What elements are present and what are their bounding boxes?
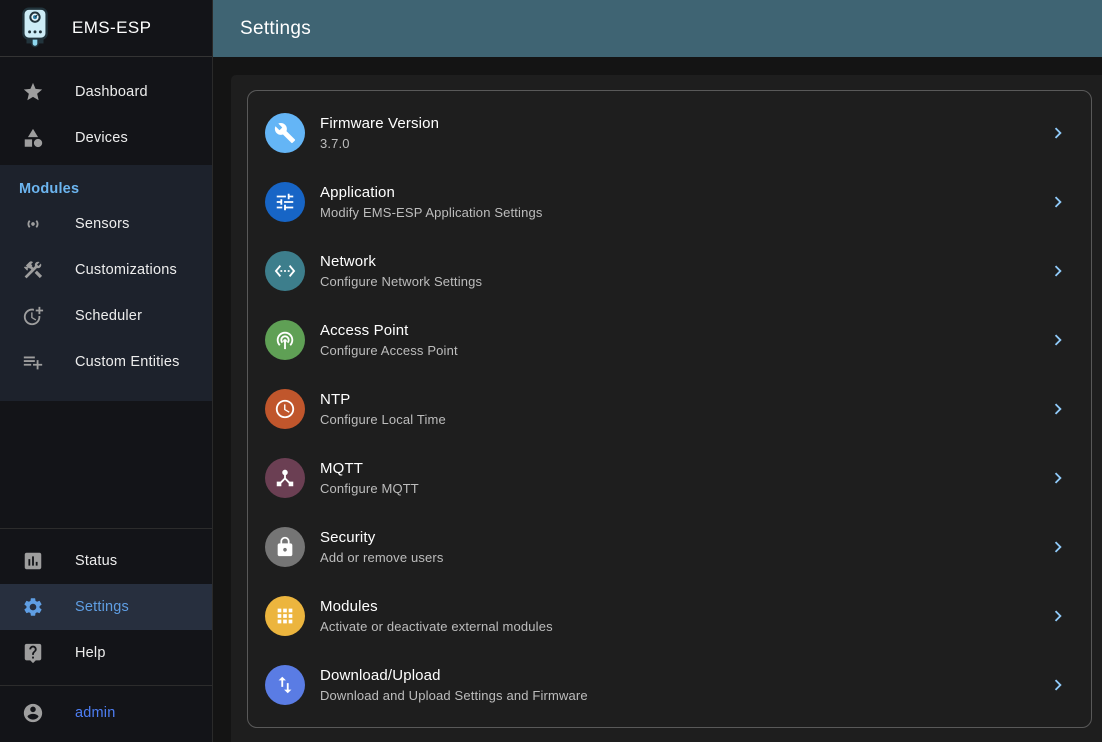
appbar: Settings <box>213 0 1102 57</box>
chevron-right-icon <box>1047 260 1069 282</box>
sidebar-item-dashboard[interactable]: Dashboard <box>0 69 212 115</box>
clock-icon <box>265 389 305 429</box>
sidebar-item-label: Settings <box>75 599 129 615</box>
sidebar-nav-bottom: Status Settings Help <box>0 528 212 676</box>
settings-item-firmware-version[interactable]: Firmware Version 3.7.0 <box>248 99 1091 168</box>
sidebar-item-devices[interactable]: Devices <box>0 115 212 161</box>
settings-item-title: Modules <box>320 598 553 615</box>
main-area: Settings Firmware Version 3.7.0 <box>213 0 1102 742</box>
chevron-right-icon <box>1047 467 1069 489</box>
analytics-icon <box>21 550 45 572</box>
sidebar-item-status[interactable]: Status <box>0 538 212 584</box>
more-time-icon <box>21 305 45 327</box>
chevron-right-icon <box>1047 536 1069 558</box>
sidebar-account-section: admin <box>0 685 212 742</box>
settings-item-title: Security <box>320 529 444 546</box>
settings-item-application[interactable]: Application Modify EMS-ESP Application S… <box>248 168 1091 237</box>
account-circle-icon <box>21 702 45 724</box>
device-hub-icon <box>265 458 305 498</box>
boiler-logo-icon <box>18 6 52 50</box>
import-export-icon <box>265 665 305 705</box>
settings-item-access-point[interactable]: Access Point Configure Access Point <box>248 306 1091 375</box>
account-username: admin <box>75 705 116 721</box>
chevron-right-icon <box>1047 122 1069 144</box>
lock-icon <box>265 527 305 567</box>
sidebar-item-label: Customizations <box>75 262 177 278</box>
settings-item-security[interactable]: Security Add or remove users <box>248 512 1091 581</box>
sidebar-item-label: Custom Entities <box>75 354 180 370</box>
category-icon <box>21 127 45 149</box>
settings-list: Firmware Version 3.7.0 Application Modif… <box>247 90 1092 728</box>
tune-icon <box>265 182 305 222</box>
sidebar-item-help[interactable]: Help <box>0 630 212 676</box>
sidebar-modules-section: Modules Sensors Customizations Scheduler… <box>0 165 212 401</box>
settings-item-subtitle: Activate or deactivate external modules <box>320 619 553 634</box>
sidebar-item-label: Devices <box>75 130 128 146</box>
settings-item-title: Download/Upload <box>320 667 588 684</box>
settings-item-modules[interactable]: Modules Activate or deactivate external … <box>248 581 1091 650</box>
sidebar-item-label: Help <box>75 645 106 661</box>
settings-item-network[interactable]: Network Configure Network Settings <box>248 237 1091 306</box>
gear-icon <box>21 596 45 618</box>
chevron-right-icon <box>1047 191 1069 213</box>
sidebar-item-admin[interactable]: admin <box>0 690 212 736</box>
sidebar-item-label: Scheduler <box>75 308 142 324</box>
sensors-icon <box>21 213 45 235</box>
settings-item-title: MQTT <box>320 460 419 477</box>
settings-item-subtitle: Configure Network Settings <box>320 274 482 289</box>
sidebar-item-label: Dashboard <box>75 84 148 100</box>
wifi-tethering-icon <box>265 320 305 360</box>
sidebar-item-label: Status <box>75 553 117 569</box>
settings-item-subtitle: Configure Access Point <box>320 343 458 358</box>
sidebar-nav-main: Dashboard Devices <box>0 57 212 161</box>
settings-item-download-upload[interactable]: Download/Upload Download and Upload Sett… <box>248 650 1091 719</box>
settings-item-title: NTP <box>320 391 446 408</box>
sidebar-item-scheduler[interactable]: Scheduler <box>0 293 212 339</box>
settings-item-title: Firmware Version <box>320 115 439 132</box>
sidebar-item-sensors[interactable]: Sensors <box>0 201 212 247</box>
sidebar-item-settings[interactable]: Settings <box>0 584 212 630</box>
sidebar-item-label: Sensors <box>75 216 130 232</box>
help-bubble-icon <box>21 642 45 664</box>
settings-item-title: Network <box>320 253 482 270</box>
chevron-right-icon <box>1047 674 1069 696</box>
settings-item-subtitle: Download and Upload Settings and Firmwar… <box>320 688 588 703</box>
sidebar-item-customizations[interactable]: Customizations <box>0 247 212 293</box>
content-paper: Firmware Version 3.7.0 Application Modif… <box>231 75 1102 742</box>
settings-item-subtitle: 3.7.0 <box>320 136 439 151</box>
settings-item-title: Application <box>320 184 543 201</box>
construction-icon <box>21 259 45 281</box>
settings-item-mqtt[interactable]: MQTT Configure MQTT <box>248 443 1091 512</box>
sidebar-item-custom-entities[interactable]: Custom Entities <box>0 339 212 385</box>
settings-item-subtitle: Add or remove users <box>320 550 444 565</box>
settings-item-subtitle: Configure MQTT <box>320 481 419 496</box>
settings-item-title: Access Point <box>320 322 458 339</box>
content-area: Firmware Version 3.7.0 Application Modif… <box>213 57 1102 742</box>
settings-item-ntp[interactable]: NTP Configure Local Time <box>248 375 1091 444</box>
page-title: Settings <box>240 18 311 40</box>
modules-section-header: Modules <box>0 169 212 201</box>
chevron-right-icon <box>1047 398 1069 420</box>
chevron-right-icon <box>1047 605 1069 627</box>
sidebar-header: EMS-ESP <box>0 0 212 57</box>
app-title: EMS-ESP <box>72 18 151 38</box>
ethernet-icon <box>265 251 305 291</box>
settings-item-subtitle: Modify EMS-ESP Application Settings <box>320 205 543 220</box>
playlist-add-icon <box>21 351 45 373</box>
sidebar: EMS-ESP Dashboard Devices Modules Sensor… <box>0 0 213 742</box>
star-icon <box>21 81 45 103</box>
wrench-icon <box>265 113 305 153</box>
settings-item-subtitle: Configure Local Time <box>320 412 446 427</box>
apps-grid-icon <box>265 596 305 636</box>
chevron-right-icon <box>1047 329 1069 351</box>
